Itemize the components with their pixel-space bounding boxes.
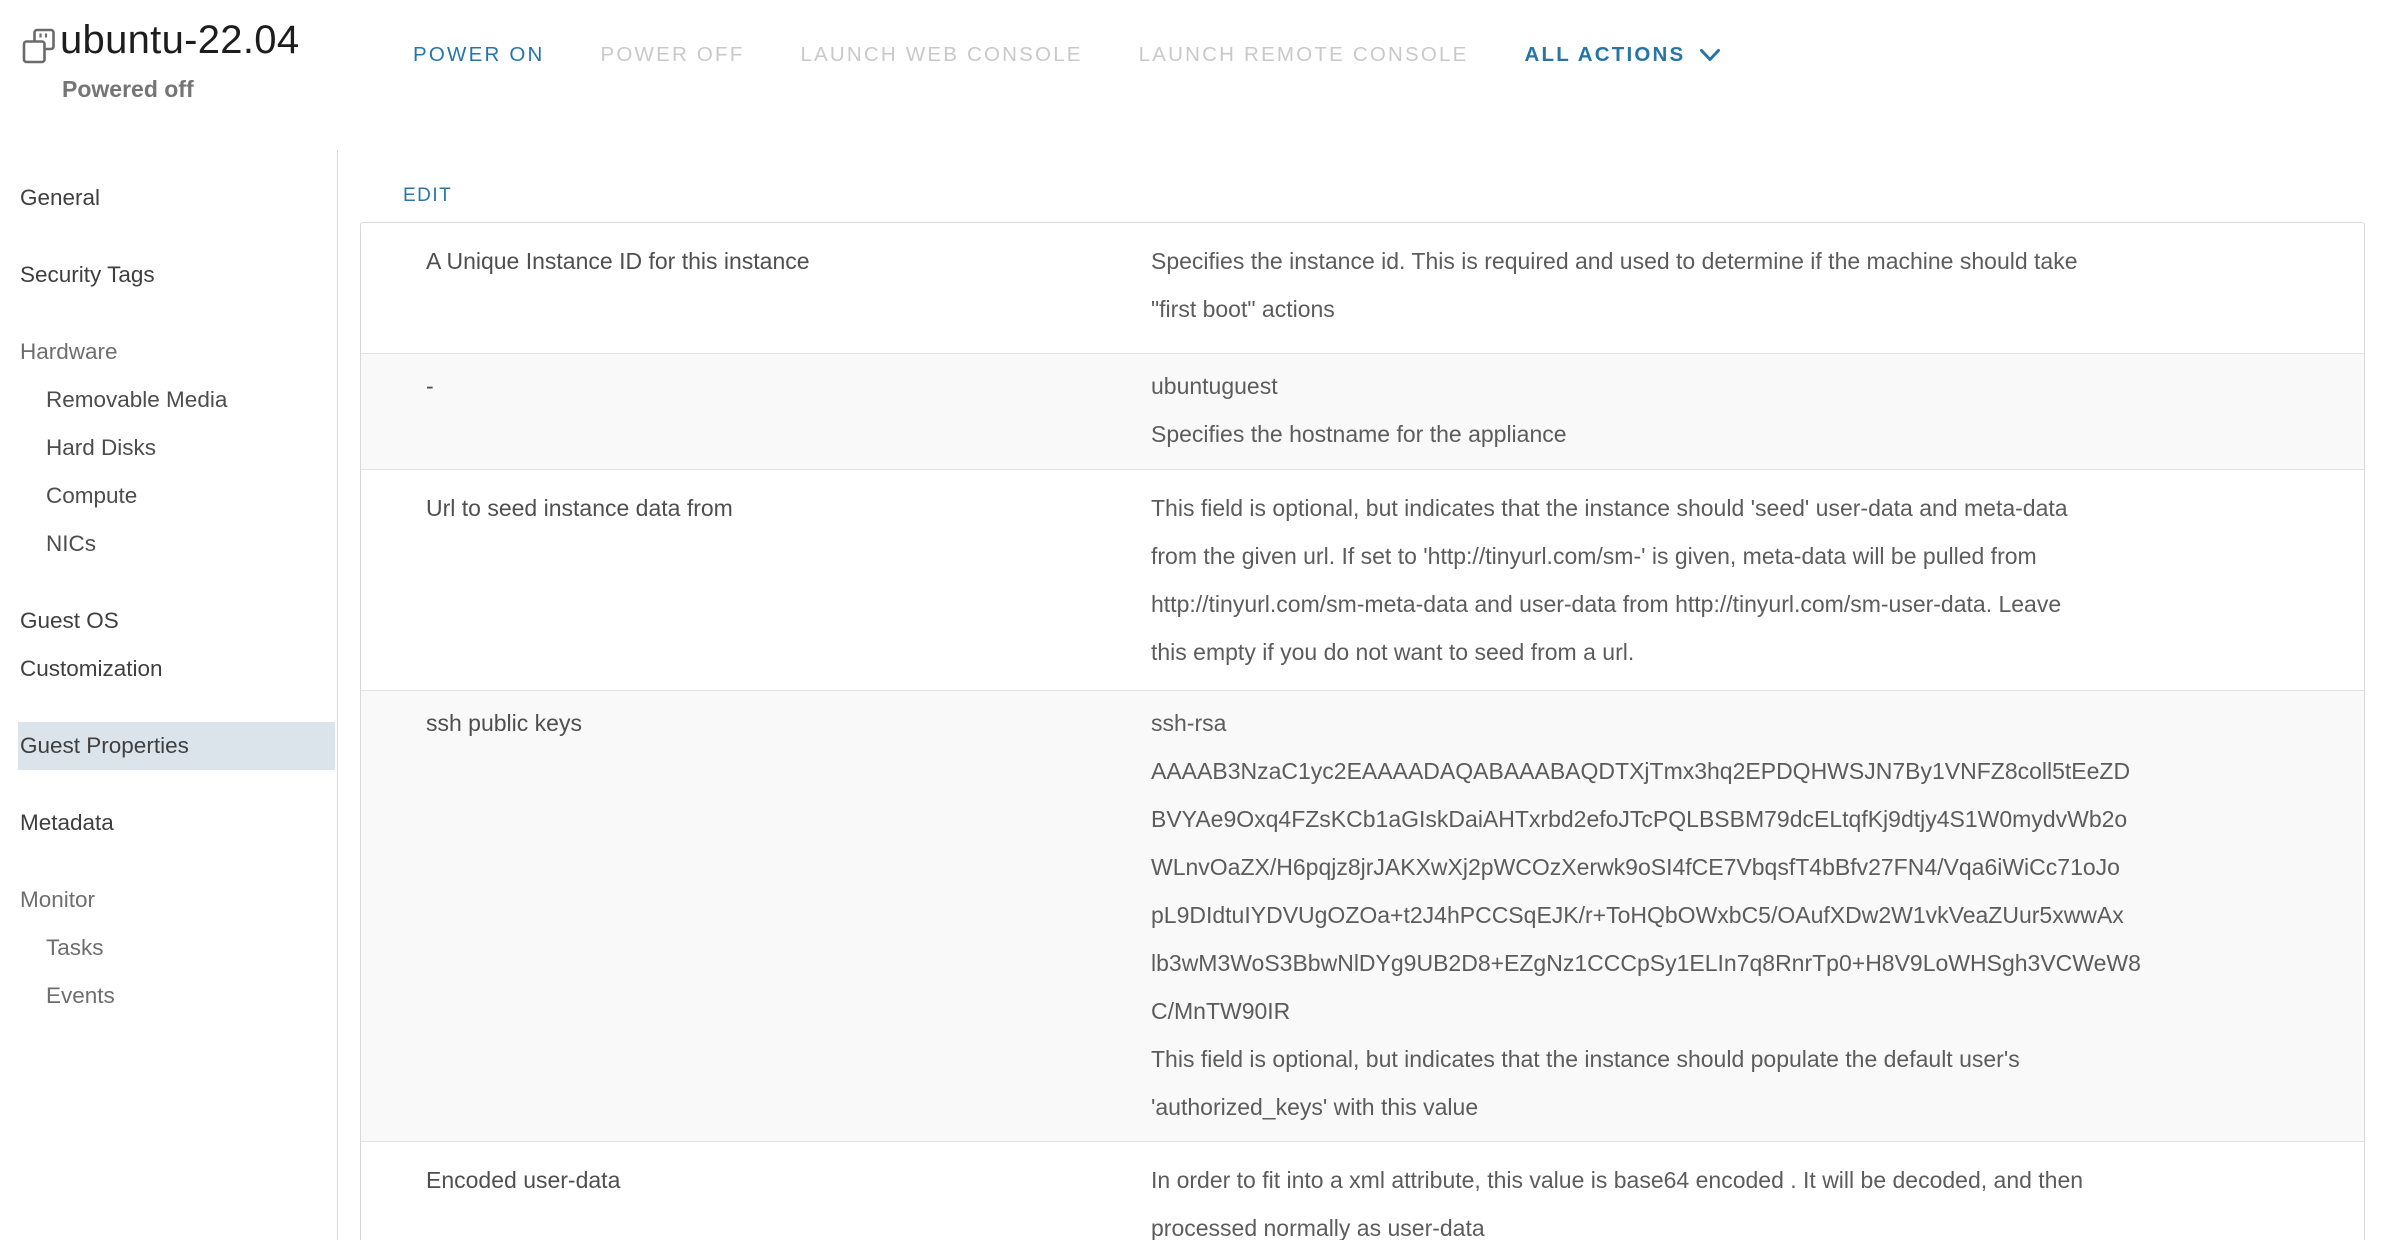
- property-row: Url to seed instance data from This fiel…: [361, 469, 2364, 690]
- property-description: This field is optional, but indicates th…: [1151, 1035, 2326, 1131]
- vm-settings-sidebar: General Security Tags Hardware Removable…: [0, 150, 338, 1240]
- property-row: Encoded user-data In order to fit into a…: [361, 1141, 2364, 1240]
- property-row: - ubuntuguest Specifies the hostname for…: [361, 353, 2364, 469]
- sidebar-item-nics[interactable]: NICs: [0, 520, 337, 568]
- guest-properties-table: A Unique Instance ID for this instance S…: [360, 222, 2365, 1240]
- property-cell: In order to fit into a xml attribute, th…: [1151, 1156, 2364, 1240]
- property-description: Specifies the hostname for the appliance: [1151, 410, 2326, 458]
- sidebar-item-events[interactable]: Events: [0, 972, 337, 1020]
- sidebar-item-tasks[interactable]: Tasks: [0, 924, 337, 972]
- vm-detail-content: General Security Tags Hardware Removable…: [0, 150, 2398, 1240]
- property-cell: Specifies the instance id. This is requi…: [1151, 237, 2364, 339]
- property-label: A Unique Instance ID for this instance: [361, 237, 1151, 339]
- sidebar-item-metadata[interactable]: Metadata: [0, 799, 337, 847]
- sidebar-item-guest-os-customization[interactable]: Guest OS Customization: [0, 597, 337, 693]
- launch-remote-console-button[interactable]: LAUNCH REMOTE CONSOLE: [1139, 43, 1469, 67]
- property-row: A Unique Instance ID for this instance S…: [361, 223, 2364, 353]
- property-cell: ubuntuguest Specifies the hostname for t…: [1151, 362, 2364, 461]
- sidebar-section-monitor: Monitor: [0, 876, 337, 924]
- vm-actions-toolbar: POWER ON POWER OFF LAUNCH WEB CONSOLE LA…: [413, 0, 1721, 110]
- launch-web-console-button[interactable]: LAUNCH WEB CONSOLE: [800, 43, 1082, 67]
- property-cell: This field is optional, but indicates th…: [1151, 484, 2364, 676]
- sidebar-item-compute[interactable]: Compute: [0, 472, 337, 520]
- property-cell: ssh-rsa AAAAB3NzaC1yc2EAAAADAQABAAABAQDT…: [1151, 699, 2364, 1133]
- power-off-button[interactable]: POWER OFF: [601, 43, 745, 67]
- all-actions-menu-button[interactable]: ALL ACTIONS: [1525, 43, 1722, 67]
- all-actions-label: ALL ACTIONS: [1525, 43, 1686, 67]
- guest-properties-panel: EDIT A Unique Instance ID for this insta…: [338, 150, 2398, 1240]
- property-value: ssh-rsa AAAAB3NzaC1yc2EAAAADAQABAAABAQDT…: [1151, 699, 2326, 1035]
- sidebar-item-hard-disks[interactable]: Hard Disks: [0, 424, 337, 472]
- vm-title-block: ubuntu-22.04 Powered off: [60, 16, 299, 103]
- property-label: ssh public keys: [361, 699, 1151, 1133]
- property-label: Encoded user-data: [361, 1156, 1151, 1240]
- sidebar-item-removable-media[interactable]: Removable Media: [0, 376, 337, 424]
- sidebar-item-general[interactable]: General: [0, 174, 337, 222]
- property-label: Url to seed instance data from: [361, 484, 1151, 676]
- property-row: ssh public keys ssh-rsa AAAAB3NzaC1yc2EA…: [361, 690, 2364, 1141]
- property-description: Specifies the instance id. This is requi…: [1151, 237, 2326, 333]
- sidebar-item-security-tags[interactable]: Security Tags: [0, 251, 337, 299]
- property-description: In order to fit into a xml attribute, th…: [1151, 1156, 2326, 1240]
- property-description: This field is optional, but indicates th…: [1151, 484, 2326, 676]
- sidebar-item-guest-properties[interactable]: Guest Properties: [18, 722, 335, 770]
- chevron-down-icon: [1699, 48, 1721, 63]
- vm-icon: [22, 28, 58, 71]
- sidebar-section-hardware: Hardware: [0, 328, 337, 376]
- vm-header: ubuntu-22.04 Powered off POWER ON POWER …: [0, 0, 2398, 150]
- vm-power-status: Powered off: [62, 76, 299, 103]
- property-value: ubuntuguest: [1151, 362, 2326, 410]
- vm-name: ubuntu-22.04: [60, 16, 299, 64]
- power-on-button[interactable]: POWER ON: [413, 43, 545, 67]
- property-label: -: [361, 362, 1151, 461]
- edit-button[interactable]: EDIT: [403, 182, 452, 210]
